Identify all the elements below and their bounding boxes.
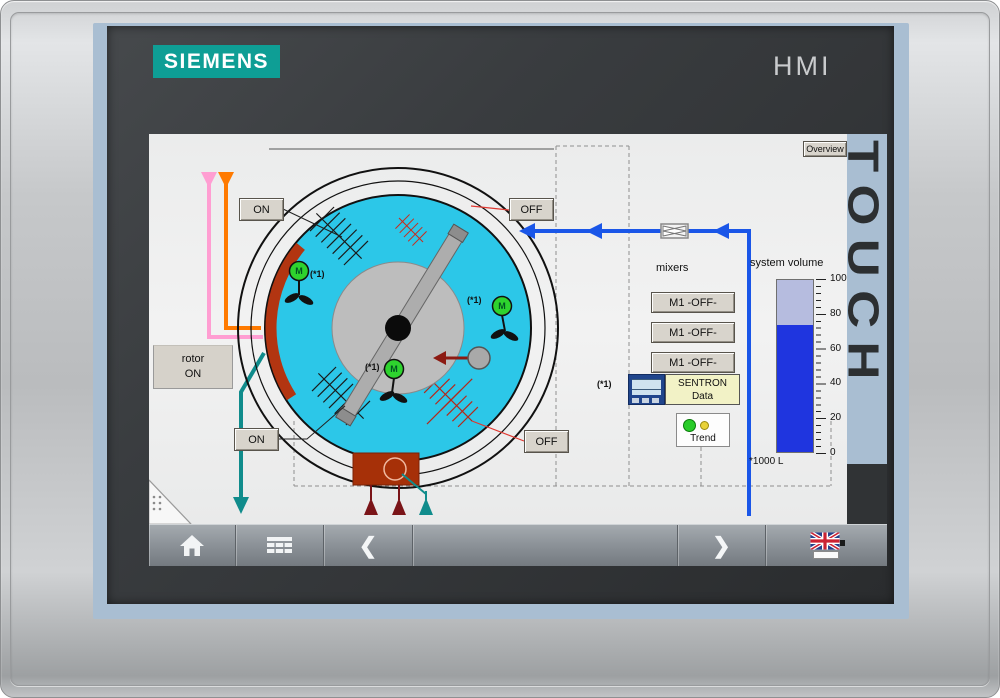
sentron-line2: Data (692, 390, 713, 403)
page-curl[interactable] (149, 480, 191, 524)
device-frame: SIEMENS HMI (0, 0, 1000, 698)
trend-label: Trend (677, 433, 729, 444)
mixer-m1-button-3[interactable]: M1 -OFF- (651, 352, 735, 373)
mixer-m1-button-1[interactable]: M1 -OFF- (651, 292, 735, 313)
trend-green-indicator (683, 419, 696, 432)
uk-flag-icon (810, 532, 844, 560)
trend-button[interactable]: Trend (676, 413, 730, 447)
system-volume-bargraph (776, 279, 814, 453)
sentron-footnote: (*1) (597, 379, 612, 389)
valve-on-button-bottom[interactable]: ON (234, 428, 279, 451)
motor-footnote: (*1) (467, 295, 482, 305)
volume-tick-label: 80 (830, 308, 847, 319)
drain-valves (364, 485, 433, 515)
overview-button[interactable]: Overview (803, 141, 847, 157)
volume-tick-label: 40 (830, 377, 847, 388)
volume-tick-label: 0 (830, 447, 847, 458)
mixers-title: mixers (656, 262, 688, 274)
pink-pipe (201, 172, 263, 337)
nav-home-button[interactable] (149, 525, 236, 566)
strip-below (847, 464, 887, 524)
navbar: ❮ ❯ (149, 524, 887, 566)
hmi-model-label: HMI (773, 51, 832, 82)
touch-strip: TOUCH (847, 134, 887, 464)
nav-keyboard-button[interactable] (236, 525, 324, 566)
motor-m-label: M (384, 359, 404, 378)
rotor-status-line2: ON (185, 367, 202, 382)
system-volume-title: system volume (750, 257, 847, 269)
rotor-status-line1: rotor (182, 352, 205, 367)
touchscreen: Overview ON OFF ON OFF rotor ON M M M (*… (149, 134, 887, 566)
home-icon (179, 534, 205, 557)
touch-print: TOUCH (847, 140, 884, 393)
volume-tick-label: 60 (830, 343, 847, 354)
sentron-device-icon (628, 374, 665, 405)
motor-footnote: (*1) (365, 362, 380, 372)
chevron-left-icon: ❮ (359, 535, 377, 557)
grid-icon (267, 537, 292, 554)
language-box (813, 551, 839, 559)
volume-tick-label: 100 (830, 273, 847, 284)
sentron-data-button[interactable]: SENTRON Data (665, 374, 740, 405)
nav-spacer (413, 525, 678, 566)
flag-caret (840, 540, 845, 546)
rotor-hub (385, 315, 411, 341)
valve-on-button-top[interactable]: ON (239, 198, 284, 221)
trend-yellow-indicator (700, 421, 709, 430)
volume-unit: *1000 L (749, 456, 783, 467)
valve-off-button-top[interactable]: OFF (509, 198, 554, 221)
sentron-device-keys (632, 398, 662, 403)
rotor-status-label: rotor ON (153, 345, 233, 389)
heat-exchanger-icon (661, 224, 688, 238)
hmi-panel-photo: SIEMENS HMI (0, 0, 1000, 698)
nav-forward-button[interactable]: ❯ (678, 525, 766, 566)
motor-m-label: M (492, 296, 512, 315)
sentron-device-screen (632, 379, 661, 395)
mixer-m1-button-2[interactable]: M1 -OFF- (651, 322, 735, 343)
hmi-display: Overview ON OFF ON OFF rotor ON M M M (*… (149, 134, 847, 524)
siemens-logo: SIEMENS (153, 45, 280, 78)
chevron-right-icon: ❯ (712, 535, 730, 557)
process-diagram (149, 134, 847, 524)
volume-fill (777, 325, 813, 452)
sentron-line1: SENTRON (678, 377, 727, 390)
nav-back-button[interactable]: ❮ (324, 525, 413, 566)
volume-ticks-major (816, 279, 826, 454)
motor-m-label: M (289, 261, 309, 280)
valve-off-button-bottom[interactable]: OFF (524, 430, 569, 453)
nav-language-button[interactable] (766, 525, 887, 566)
volume-tick-label: 20 (830, 412, 847, 423)
motor-footnote: (*1) (310, 269, 325, 279)
